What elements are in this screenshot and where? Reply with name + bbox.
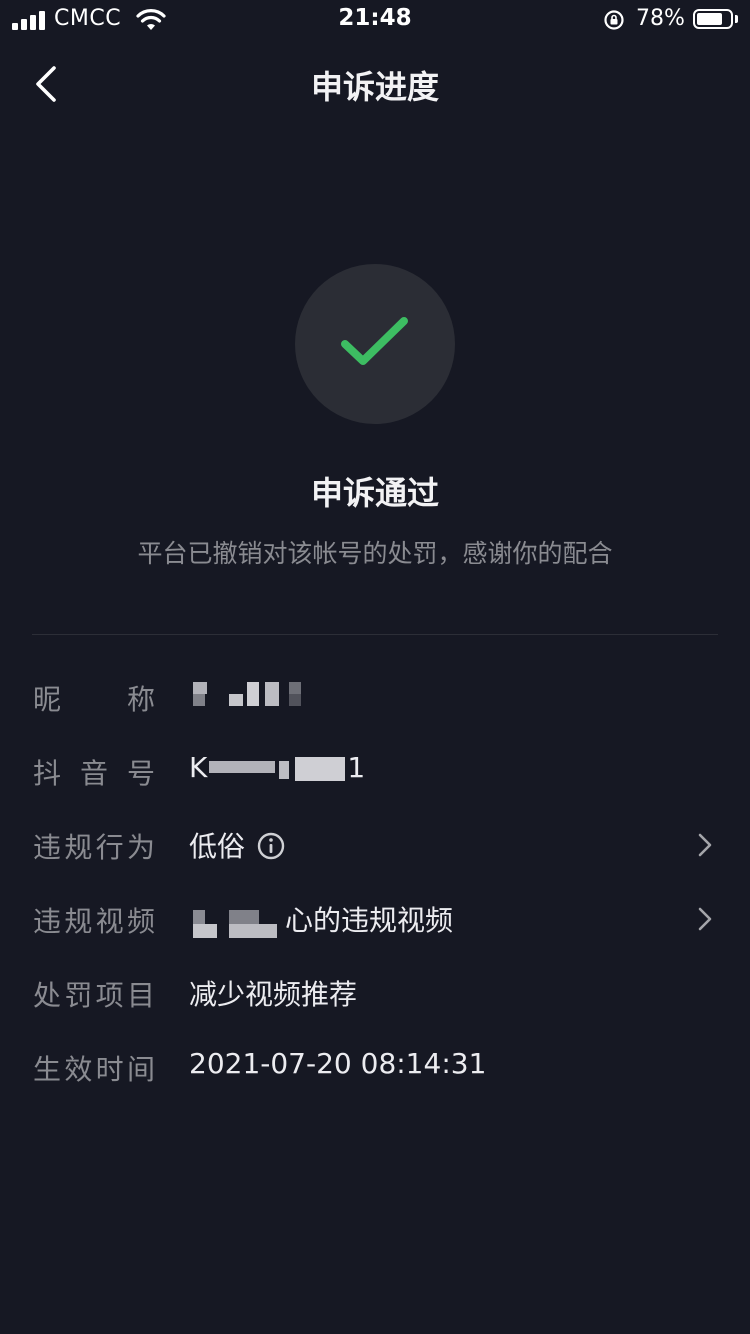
result-description: 平台已撤销对该帐号的处罚，感谢你的配合 [137,539,613,568]
checkmark-icon [341,317,408,365]
violation-video-value: 心的违规视频 [189,899,453,940]
penalty-row: 处罚项目 减少视频推荐 [0,956,750,1030]
success-badge [295,264,455,424]
effective-time-label: 生效时间 [33,1053,155,1086]
douyin-id-row: 抖音号 K 1 [0,734,750,808]
status-bar: CMCC 21:48 78% [0,0,750,40]
redacted-mosaic [209,755,346,783]
nickname-label: 昵称 [33,683,155,716]
douyin-id-value: K 1 [189,751,365,784]
violation-video-label: 违规视频 [33,905,155,938]
orientation-lock-icon [604,10,624,30]
redacted-mosaic [189,680,319,710]
penalty-value: 减少视频推荐 [189,978,358,1011]
violation-type-value: 低俗 [189,825,285,865]
douyin-id-suffix: 1 [347,751,366,784]
battery-fill [697,13,722,25]
chevron-right-icon [698,907,712,931]
divider [32,634,718,635]
violation-type-row[interactable]: 违规行为 低俗 [0,808,750,882]
nickname-value [189,677,319,710]
battery-percent: 78% [636,6,685,31]
douyin-id-prefix: K [189,751,208,784]
effective-time-row: 生效时间 2021-07-20 08:14:31 [0,1030,750,1104]
appeal-details-list: 昵称 抖音号 K 1 违规行为 低俗 违规视频 心的违规视频 处罚项目 减少视频… [0,660,750,1104]
douyin-id-label: 抖音号 [33,757,155,790]
page-title: 申诉进度 [310,68,439,106]
battery-icon [693,9,733,29]
effective-time-value: 2021-07-20 08:14:31 [189,1047,487,1080]
result-title: 申诉通过 [310,474,439,512]
screen: CMCC 21:48 78% 申诉进度 申诉通过 平台已撤销对该帐号的处罚，感谢… [0,0,750,1334]
chevron-right-icon [698,833,712,857]
violation-video-text: 心的违规视频 [285,904,454,937]
info-circle-icon[interactable] [257,832,285,860]
violation-type-text: 低俗 [189,830,246,863]
battery-nub [735,15,738,23]
redacted-mosaic [189,904,285,940]
violation-type-label: 违规行为 [33,831,155,864]
violation-video-row[interactable]: 违规视频 心的违规视频 [0,882,750,956]
penalty-label: 处罚项目 [33,979,155,1012]
nickname-row: 昵称 [0,660,750,734]
